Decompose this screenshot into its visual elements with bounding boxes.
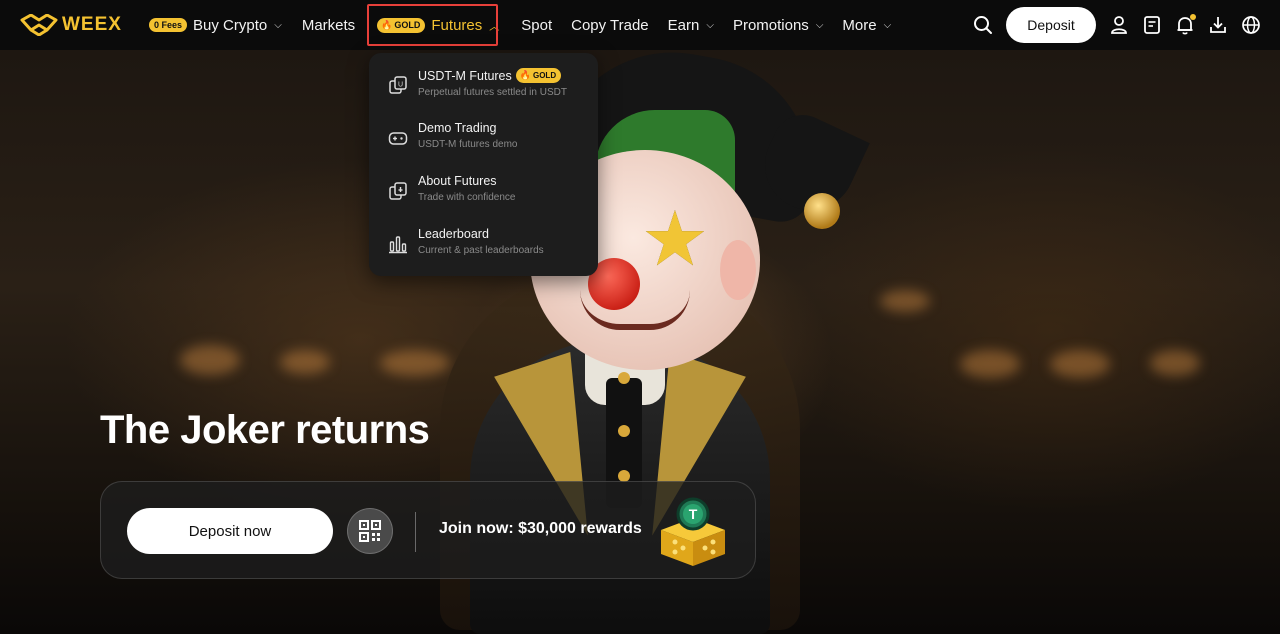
promo-rewards-text[interactable]: Join now: $30,000 rewards xyxy=(439,520,642,538)
svg-text:T: T xyxy=(689,506,698,522)
menu-item-subtitle: Current & past leaderboards xyxy=(418,245,544,256)
nav-copy-trade[interactable]: Copy Trade xyxy=(571,0,649,50)
nav-label: More xyxy=(842,16,877,34)
bell-icon[interactable] xyxy=(1174,14,1196,36)
nav-earn[interactable]: Earn ⌵ xyxy=(668,0,714,50)
weex-logo-icon xyxy=(20,13,58,37)
flame-icon: 🔥 xyxy=(381,19,393,30)
gold-badge: 🔥 GOLD xyxy=(515,68,562,83)
gold-badge: 🔥 GOLD xyxy=(377,17,426,33)
usdt-futures-icon: U xyxy=(388,75,408,95)
search-icon[interactable] xyxy=(972,14,994,36)
nav-label: Markets xyxy=(301,16,356,34)
flame-icon: 🔥 xyxy=(519,70,531,80)
gold-badge-label: GOLD xyxy=(532,71,557,80)
brand-name: WEEX xyxy=(62,14,122,35)
nav-label: Copy Trade xyxy=(571,16,649,34)
menu-item-about-futures[interactable]: About Futures Trade with confidence xyxy=(369,171,598,224)
qr-code-button[interactable] xyxy=(347,508,393,554)
deposit-button[interactable]: Deposit xyxy=(1006,7,1096,43)
chevron-up-icon: ︿ xyxy=(489,21,500,33)
chevron-down-icon: ⌵ xyxy=(274,19,282,31)
nav-markets[interactable]: Markets xyxy=(302,0,355,50)
bokeh-light xyxy=(880,290,930,312)
bokeh-light xyxy=(1050,350,1110,378)
svg-text:U: U xyxy=(398,82,403,89)
ear xyxy=(720,240,756,300)
nav-label: Promotions xyxy=(732,16,809,34)
chevron-down-icon: ⌵ xyxy=(883,19,892,31)
chevron-down-icon: ⌵ xyxy=(815,19,824,31)
suit-button xyxy=(618,425,630,437)
nav-futures[interactable]: 🔥 GOLD Futures ︿ xyxy=(377,0,499,50)
menu-item-title-text: USDT-M Futures xyxy=(418,68,512,83)
download-icon[interactable] xyxy=(1207,14,1229,36)
top-nav: WEEX 0 Fees Buy Crypto ⌵ Markets 🔥 GOLD F… xyxy=(0,0,1280,50)
notification-dot xyxy=(1190,14,1196,20)
divider xyxy=(415,512,416,552)
hat-bell xyxy=(804,193,840,229)
bokeh-light xyxy=(1150,350,1200,376)
bokeh-light xyxy=(180,345,240,375)
menu-item-subtitle: USDT-M futures demo xyxy=(418,139,518,150)
menu-item-title: Leaderboard xyxy=(418,227,489,241)
bokeh-light xyxy=(380,350,450,376)
nav-more[interactable]: More ⌵ xyxy=(842,0,891,50)
nav-label: Futures xyxy=(431,16,483,34)
menu-item-demo-trading[interactable]: Demo Trading USDT-M futures demo xyxy=(369,118,598,171)
gold-badge-label: GOLD xyxy=(394,20,421,30)
star-eye-icon: ★ xyxy=(640,197,710,282)
nav-buy-crypto[interactable]: 0 Fees Buy Crypto ⌵ xyxy=(149,0,282,50)
nav-label: Earn xyxy=(667,16,700,34)
menu-item-subtitle: Perpetual futures settled in USDT xyxy=(418,87,567,98)
reward-gift-box-icon: T xyxy=(653,496,733,568)
qr-code-icon xyxy=(359,520,381,542)
futures-dropdown-menu: U USDT-M Futures 🔥 GOLD Perpetual futures… xyxy=(369,53,598,276)
bar-chart-icon xyxy=(388,234,408,254)
suit-button xyxy=(618,372,630,384)
orders-icon[interactable] xyxy=(1141,14,1163,36)
bokeh-light xyxy=(960,350,1020,378)
gamepad-icon xyxy=(388,128,408,148)
menu-item-title: Demo Trading xyxy=(418,121,497,135)
menu-item-subtitle: Trade with confidence xyxy=(418,192,516,203)
nav-label: Buy Crypto xyxy=(193,16,268,34)
deposit-now-button[interactable]: Deposit now xyxy=(127,508,333,554)
nav-right-actions: Deposit xyxy=(961,0,1262,50)
nav-promotions[interactable]: Promotions ⌵ xyxy=(733,0,823,50)
menu-item-leaderboard[interactable]: Leaderboard Current & past leaderboards xyxy=(369,224,598,277)
chevron-down-icon: ⌵ xyxy=(706,19,714,31)
nav-label: Spot xyxy=(521,16,553,34)
globe-icon[interactable] xyxy=(1240,14,1262,36)
menu-item-title: About Futures xyxy=(418,174,497,188)
futures-info-icon xyxy=(388,181,408,201)
zero-fees-badge: 0 Fees xyxy=(149,18,188,32)
bokeh-light xyxy=(280,350,330,374)
hero-headline: The Joker returns xyxy=(100,408,430,452)
menu-item-title: USDT-M Futures 🔥 GOLD xyxy=(418,68,567,83)
weex-logo[interactable]: WEEX xyxy=(20,13,132,37)
nav-spot[interactable]: Spot xyxy=(521,0,552,50)
menu-item-usdt-m-futures[interactable]: U USDT-M Futures 🔥 GOLD Perpetual futures… xyxy=(369,65,598,118)
user-icon[interactable] xyxy=(1108,14,1130,36)
hero-cta-bar: Deposit now Join now: $30,000 rewards T xyxy=(100,481,756,579)
